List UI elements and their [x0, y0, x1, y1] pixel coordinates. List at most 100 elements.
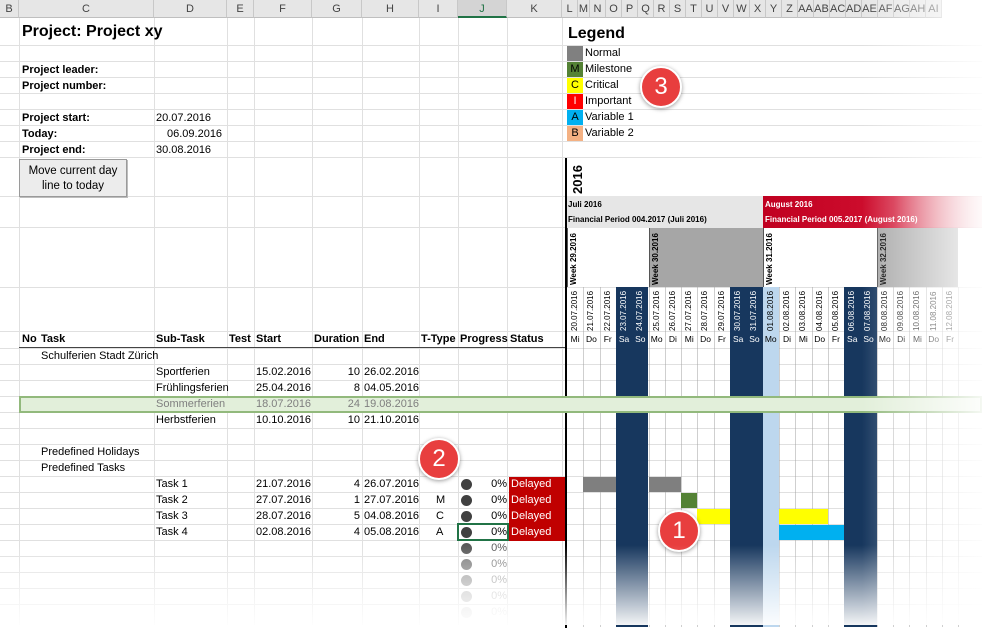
column-header-f[interactable]: F: [254, 0, 312, 18]
holiday-end[interactable]: 04.05.2016: [364, 381, 419, 396]
task-start[interactable]: 02.08.2016: [256, 525, 311, 540]
weekday-label: Sa: [732, 334, 744, 344]
header-status: Status: [510, 333, 544, 345]
task-name[interactable]: Task 4: [156, 525, 188, 540]
holiday-start[interactable]: 18.07.2016: [256, 397, 311, 412]
bar-task1-b[interactable]: [648, 477, 682, 492]
status-badge: Delayed: [509, 525, 565, 541]
bar-task2-milestone[interactable]: [681, 493, 698, 508]
header-no: No: [22, 333, 37, 345]
active-cell[interactable]: [457, 523, 509, 541]
holiday-start[interactable]: 10.10.2016: [256, 413, 311, 428]
grid-line-h: [0, 380, 982, 381]
column-header-i[interactable]: I: [419, 0, 458, 18]
bar-task3-a[interactable]: [697, 509, 730, 524]
column-header-u[interactable]: U: [702, 0, 718, 18]
column-header-e[interactable]: E: [227, 0, 254, 18]
bar-task1-a[interactable]: [583, 477, 616, 492]
group-schulferien[interactable]: Schulferien Stadt Zürich: [41, 349, 158, 364]
project-start-value[interactable]: 20.07.2016: [156, 111, 211, 126]
date-label: 04.08.2016: [814, 290, 824, 331]
column-header-b[interactable]: B: [0, 0, 19, 18]
grid-line-h: [0, 125, 982, 126]
task-name[interactable]: Task 3: [156, 509, 188, 524]
holiday-duration[interactable]: 24: [348, 397, 360, 412]
task-duration[interactable]: 5: [354, 509, 360, 524]
bar-task3-b[interactable]: [778, 509, 828, 524]
task-start[interactable]: 27.07.2016: [256, 493, 311, 508]
column-header-j[interactable]: J: [458, 0, 507, 18]
holiday-end[interactable]: 21.10.2016: [364, 413, 419, 428]
grid-line-h: [0, 444, 982, 445]
date-label: 20.07.2016: [570, 290, 579, 331]
holiday-end[interactable]: 26.02.2016: [364, 365, 419, 380]
holiday-name[interactable]: Sommerferien: [156, 397, 225, 412]
column-header-q[interactable]: Q: [638, 0, 654, 18]
task-type[interactable]: M: [436, 493, 445, 508]
column-header-y[interactable]: Y: [766, 0, 782, 18]
column-header-ad[interactable]: AD: [846, 0, 862, 18]
task-progress[interactable]: 0%: [491, 477, 507, 492]
task-start[interactable]: 21.07.2016: [256, 477, 311, 492]
column-header-ac[interactable]: AC: [830, 0, 846, 18]
column-header-c[interactable]: C: [19, 0, 154, 18]
column-header-ab[interactable]: AB: [814, 0, 830, 18]
task-end[interactable]: 04.08.2016: [364, 509, 419, 524]
column-header-t[interactable]: T: [686, 0, 702, 18]
task-end[interactable]: 26.07.2016: [364, 477, 419, 492]
column-header-o[interactable]: O: [606, 0, 622, 18]
task-progress[interactable]: 0%: [491, 509, 507, 524]
grid-line-v: [227, 18, 228, 625]
task-duration[interactable]: 4: [354, 477, 360, 492]
column-header-z[interactable]: Z: [782, 0, 798, 18]
date-label: 21.07.2016: [586, 290, 596, 331]
holiday-start[interactable]: 25.04.2016: [256, 381, 311, 396]
task-name[interactable]: Task 1: [156, 477, 188, 492]
task-start[interactable]: 28.07.2016: [256, 509, 311, 524]
holiday-name[interactable]: Herbstferien: [156, 413, 216, 428]
date-label: 03.08.2016: [798, 290, 808, 331]
holiday-duration[interactable]: 8: [354, 381, 360, 396]
column-header-r[interactable]: R: [654, 0, 670, 18]
holiday-duration[interactable]: 10: [348, 365, 360, 380]
week-divider: [567, 228, 568, 287]
weekday-label: Mo: [764, 334, 777, 344]
holiday-end[interactable]: 19.08.2016: [364, 397, 419, 412]
column-header-aa[interactable]: AA: [798, 0, 814, 18]
holiday-name[interactable]: Sportferien: [156, 365, 210, 380]
holiday-start[interactable]: 15.02.2016: [256, 365, 311, 380]
project-end-value[interactable]: 30.08.2016: [156, 143, 211, 158]
column-header-x[interactable]: X: [750, 0, 766, 18]
task-duration[interactable]: 4: [354, 525, 360, 540]
column-header-m[interactable]: M: [578, 0, 590, 18]
week-divider: [648, 228, 650, 287]
holiday-duration[interactable]: 10: [348, 413, 360, 428]
legend-swatch: C: [567, 78, 583, 93]
task-end[interactable]: 27.07.2016: [364, 493, 419, 508]
group-predefined-holidays[interactable]: Predefined Holidays: [41, 445, 139, 460]
column-header-h[interactable]: H: [362, 0, 419, 18]
week-label: Week 29.2016: [569, 233, 578, 285]
column-header-g[interactable]: G: [312, 0, 362, 18]
column-header-n[interactable]: N: [590, 0, 606, 18]
task-type[interactable]: A: [436, 525, 443, 540]
column-header-s[interactable]: S: [670, 0, 686, 18]
today-value[interactable]: 06.09.2016: [167, 127, 222, 142]
task-progress[interactable]: 0%: [491, 493, 507, 508]
status-badge: Delayed: [509, 509, 565, 525]
bar-task4[interactable]: [778, 525, 845, 540]
column-header-p[interactable]: P: [622, 0, 638, 18]
task-name[interactable]: Task 2: [156, 493, 188, 508]
task-end[interactable]: 05.08.2016: [364, 525, 419, 540]
group-predefined-tasks[interactable]: Predefined Tasks: [41, 461, 125, 476]
task-duration[interactable]: 1: [354, 493, 360, 508]
task-type[interactable]: C: [436, 509, 444, 524]
column-header-l[interactable]: L: [562, 0, 578, 18]
holiday-name[interactable]: Frühlingsferien: [156, 381, 229, 396]
column-header-d[interactable]: D: [154, 0, 227, 18]
column-header-w[interactable]: W: [734, 0, 750, 18]
column-header-v[interactable]: V: [718, 0, 734, 18]
move-current-day-button[interactable]: Move current day line to today: [19, 159, 127, 197]
date-label: 05.08.2016: [830, 290, 840, 331]
column-header-k[interactable]: K: [507, 0, 562, 18]
